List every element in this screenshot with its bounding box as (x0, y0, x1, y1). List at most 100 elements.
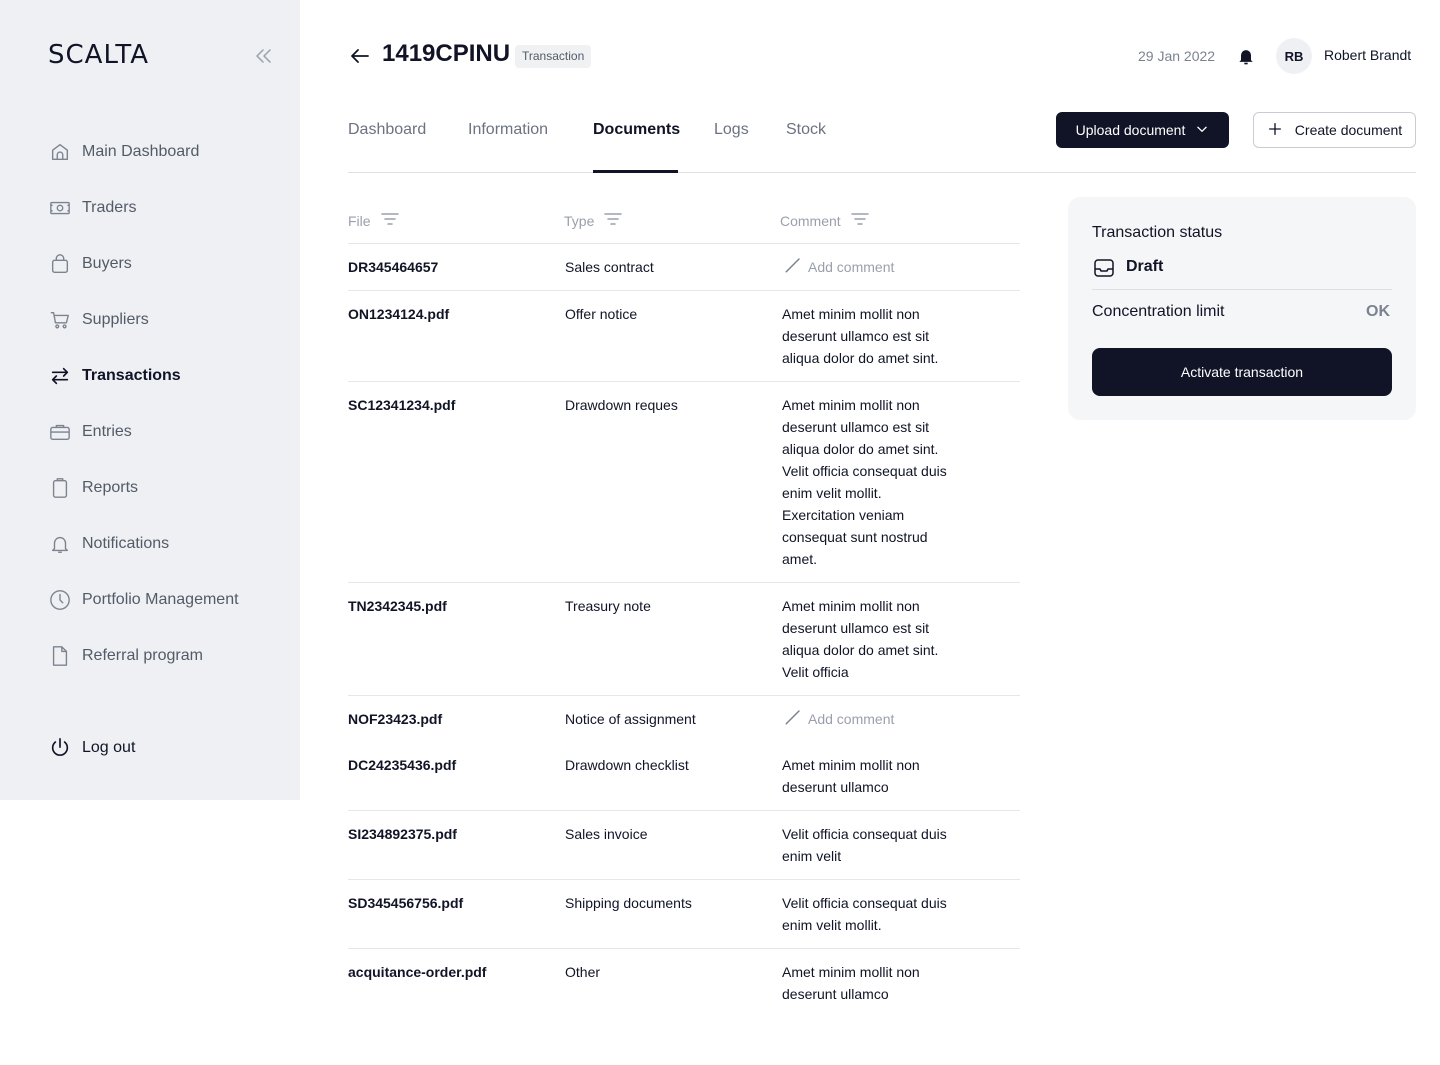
money-icon (48, 196, 72, 220)
user-name[interactable]: Robert Brandt (1324, 47, 1411, 63)
table-cell-file[interactable]: SI234892375.pdf (348, 823, 457, 845)
sidebar-item-label: Main Dashboard (82, 143, 200, 160)
tab-information[interactable]: Information (468, 121, 548, 139)
sidebar-item-referral-program[interactable]: Referral program (48, 642, 203, 670)
column-header-label: Comment (780, 212, 841, 229)
notification-bell-icon[interactable] (1236, 46, 1256, 66)
sidebar: SCALTA Main Dashboard Traders Buyers Sup… (0, 0, 300, 800)
sidebar-item-label: Transactions (82, 367, 181, 384)
table-cell-file[interactable]: TN2342345.pdf (348, 595, 447, 617)
table-cell-comment[interactable]: Amet minim mollit non deserunt ullamco (782, 961, 957, 1005)
table-cell-type: Shipping documents (565, 895, 692, 911)
add-comment-label: Add comment (808, 258, 895, 275)
table-cell-comment[interactable]: Velit officia consequat duis enim velit (782, 823, 957, 867)
table-cell-file[interactable]: NOF23423.pdf (348, 708, 442, 730)
card-divider (1092, 289, 1392, 290)
briefcase-icon (48, 420, 72, 444)
table-cell-comment[interactable]: Amet minim mollit non deserunt ullamco (782, 754, 957, 798)
table-cell-comment[interactable]: Amet minim mollit non deserunt ullamco e… (782, 394, 957, 570)
upload-document-label: Upload document (1075, 122, 1186, 138)
sidebar-item-main-dashboard[interactable]: Main Dashboard (48, 138, 199, 166)
pencil-icon (784, 708, 802, 729)
sidebar-item-label: Suppliers (82, 311, 149, 328)
table-cell-file[interactable]: SC12341234.pdf (348, 394, 455, 416)
clipboard-icon (48, 476, 72, 500)
sidebar-item-buyers[interactable]: Buyers (48, 250, 132, 278)
sidebar-item-traders[interactable]: Traders (48, 194, 137, 222)
row-divider (348, 879, 1020, 880)
table-cell-file[interactable]: acquitance-order.pdf (348, 961, 486, 983)
table-cell-type: Treasury note (565, 598, 651, 614)
sidebar-item-label: Entries (82, 423, 132, 440)
table-cell-type: Offer notice (565, 306, 638, 322)
status-badge: Draft (1126, 258, 1164, 275)
pencil-icon (784, 256, 802, 277)
filter-icon[interactable] (850, 212, 869, 229)
inbox-icon (1092, 256, 1116, 280)
table-cell-comment[interactable]: Amet minim mollit non deserunt ullamco e… (782, 303, 957, 369)
table-cell-file[interactable]: DR345464657 (348, 256, 438, 278)
create-document-button[interactable]: Create document (1253, 112, 1416, 148)
upload-document-button[interactable]: Upload document (1056, 112, 1229, 148)
row-divider (348, 695, 1020, 696)
sidebar-item-label: Notifications (82, 535, 170, 552)
transaction-badge: Transaction (515, 45, 592, 68)
table-cell-file[interactable]: SD345456756.pdf (348, 892, 463, 914)
column-header-label: Type (564, 212, 595, 229)
column-header-comment[interactable]: Comment (780, 212, 869, 229)
concentration-limit-label: Concentration limit (1092, 303, 1225, 320)
tab-dashboard[interactable]: Dashboard (348, 121, 426, 139)
clock-icon (48, 588, 72, 612)
add-comment-button[interactable]: Add comment (784, 256, 894, 277)
column-header-file[interactable]: File (348, 212, 399, 229)
table-cell-type: Sales invoice (565, 826, 648, 842)
bag-icon (48, 252, 72, 276)
row-divider (348, 381, 1020, 382)
collapse-sidebar-icon[interactable] (252, 44, 276, 68)
swap-icon (48, 364, 72, 388)
row-divider (348, 582, 1020, 583)
filter-icon[interactable] (604, 212, 623, 229)
sidebar-item-entries[interactable]: Entries (48, 418, 132, 446)
sidebar-item-notifications[interactable]: Notifications (48, 530, 169, 558)
tab-stock[interactable]: Stock (786, 121, 826, 139)
table-cell-comment[interactable]: Velit officia consequat duis enim velit … (782, 892, 957, 936)
activate-transaction-button[interactable]: Activate transaction (1092, 348, 1392, 396)
filter-icon[interactable] (380, 212, 399, 229)
sidebar-item-label: Buyers (82, 255, 132, 272)
add-comment-button[interactable]: Add comment (784, 708, 894, 729)
header-date: 29 Jan 2022 (1138, 48, 1216, 64)
table-cell-comment[interactable]: Amet minim mollit non deserunt ullamco e… (782, 595, 957, 683)
tab-logs[interactable]: Logs (714, 121, 749, 139)
bell-icon (48, 532, 72, 556)
tabs-divider (348, 172, 1416, 173)
table-cell-type: Other (565, 964, 601, 980)
back-arrow-icon[interactable] (348, 44, 372, 68)
chevron-down-icon (1195, 122, 1209, 139)
sidebar-item-transactions[interactable]: Transactions (48, 362, 181, 390)
table-cell-type: Sales contract (565, 259, 654, 275)
table-cell-file[interactable]: ON1234124.pdf (348, 303, 449, 325)
column-header-type[interactable]: Type (564, 212, 623, 229)
sidebar-item-label: Portfolio Management (82, 591, 239, 608)
table-cell-type: Drawdown checklist (565, 757, 689, 773)
home-icon (48, 140, 72, 164)
page-title: 1419CPINU (382, 40, 511, 67)
avatar[interactable]: RB (1276, 38, 1312, 74)
sidebar-item-label: Reports (82, 479, 139, 496)
logo: SCALTA (48, 40, 149, 70)
status-card-title: Transaction status (1092, 224, 1223, 241)
active-tab-indicator (593, 170, 678, 173)
sidebar-item-label: Traders (82, 199, 137, 216)
sidebar-item-label: Referral program (82, 647, 203, 664)
table-cell-type: Notice of assignment (565, 711, 696, 727)
power-icon (48, 736, 72, 760)
tab-documents[interactable]: Documents (593, 121, 680, 139)
table-cell-file[interactable]: DC24235436.pdf (348, 754, 456, 776)
sidebar-item-suppliers[interactable]: Suppliers (48, 306, 149, 334)
sidebar-item-reports[interactable]: Reports (48, 474, 138, 502)
logout-button[interactable]: Log out (48, 734, 135, 762)
plus-icon (1267, 121, 1283, 140)
row-divider (348, 810, 1020, 811)
sidebar-item-portfolio-management[interactable]: Portfolio Management (48, 586, 239, 614)
